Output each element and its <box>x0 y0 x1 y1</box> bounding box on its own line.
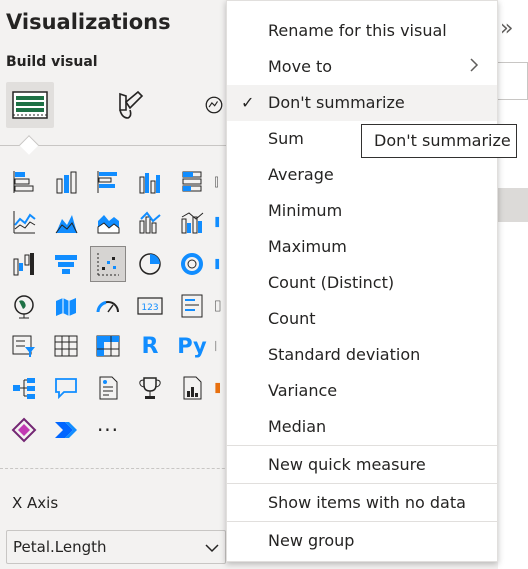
paintbrush-icon <box>119 90 144 119</box>
checkmark-icon: ✓ <box>241 93 255 112</box>
x-axis-well-label: X Axis <box>12 494 59 512</box>
selected-field-row[interactable] <box>496 188 528 222</box>
search-box-edge[interactable] <box>496 62 528 100</box>
menu-item-move-to[interactable]: Move to <box>227 49 497 85</box>
menu-item-maximum[interactable]: Maximum <box>227 229 497 265</box>
multi-row-card-icon[interactable] <box>174 288 210 324</box>
menu-item-show-items-no-data[interactable]: Show items with no data <box>227 485 497 521</box>
chevron-down-icon <box>205 544 219 553</box>
menu-item-count-distinct[interactable]: Count (Distinct) <box>227 265 497 301</box>
ribbon-chart-icon[interactable] <box>214 204 226 240</box>
stacked-area-chart-icon[interactable] <box>90 204 126 240</box>
menu-item-median[interactable]: Median <box>227 409 497 445</box>
menu-separator <box>227 521 497 522</box>
menu-item-average[interactable]: Average <box>227 157 497 193</box>
pie-chart-icon[interactable] <box>132 246 168 282</box>
python-visual-icon[interactable]: Py <box>174 328 210 364</box>
line-chart-icon[interactable] <box>6 204 42 240</box>
menu-item-rename[interactable]: Rename for this visual <box>227 13 497 49</box>
tooltip: Don't summarize <box>361 124 517 158</box>
pane-title: Visualizations <box>6 10 171 34</box>
100-percent-bar-chart-icon[interactable] <box>174 164 210 200</box>
menu-item-count[interactable]: Count <box>227 301 497 337</box>
line-and-clustered-column-chart-icon[interactable] <box>174 204 210 240</box>
x-axis-field-dropdown[interactable]: Petal.Length <box>6 530 226 564</box>
menu-item-variance[interactable]: Variance <box>227 373 497 409</box>
table-icon[interactable] <box>48 328 84 364</box>
card-icon[interactable]: 123 <box>132 288 168 324</box>
qa-visual-icon[interactable] <box>48 370 84 406</box>
menu-item-new-group[interactable]: New group <box>227 523 497 559</box>
scatter-chart-icon[interactable] <box>90 246 126 282</box>
build-visual-label: Build visual <box>6 54 98 70</box>
power-apps-icon[interactable] <box>214 370 226 406</box>
selected-tab-pointer <box>19 135 39 155</box>
magnifier-chart-icon <box>205 96 223 114</box>
clustered-column-chart-icon[interactable] <box>132 164 168 200</box>
trophy-icon[interactable] <box>132 370 168 406</box>
area-chart-icon[interactable] <box>48 204 84 240</box>
chevron-right-icon <box>470 58 479 72</box>
field-name: Petal.Length <box>13 538 107 556</box>
section-divider <box>0 468 250 469</box>
donut-chart-icon[interactable] <box>174 246 210 282</box>
100-percent-column-chart-icon[interactable] <box>214 164 226 200</box>
clustered-bar-chart-icon[interactable] <box>90 164 126 200</box>
build-visual-tab[interactable] <box>6 82 54 128</box>
field-context-menu: Rename for this visual Move to ✓ Don't s… <box>226 0 498 562</box>
paginated-report-icon[interactable] <box>174 370 210 406</box>
key-influencers-icon[interactable] <box>214 328 226 364</box>
line-and-column-chart-icon[interactable] <box>132 204 168 240</box>
gauge-icon[interactable] <box>90 288 126 324</box>
slicer-icon[interactable] <box>6 328 42 364</box>
menu-separator <box>227 445 497 446</box>
treemap-icon[interactable] <box>214 246 226 282</box>
stacked-column-chart-icon[interactable] <box>48 164 84 200</box>
format-visual-tab[interactable] <box>108 84 150 126</box>
filled-map-icon[interactable] <box>48 288 84 324</box>
map-icon[interactable] <box>6 288 42 324</box>
smart-narrative-icon[interactable] <box>90 370 126 406</box>
r-visual-icon[interactable]: R <box>132 328 168 364</box>
funnel-icon[interactable] <box>48 246 84 282</box>
menu-separator <box>227 483 497 484</box>
more-visuals-icon[interactable]: ··· <box>90 412 126 448</box>
matrix-icon[interactable] <box>90 328 126 364</box>
table-grid-icon <box>12 91 48 119</box>
menu-item-dont-summarize[interactable]: ✓ Don't summarize <box>227 85 497 121</box>
power-apps-diamond-icon[interactable] <box>6 412 42 448</box>
svg-text:123: 123 <box>141 303 158 313</box>
kpi-icon[interactable] <box>214 288 226 324</box>
waterfall-chart-icon[interactable] <box>6 246 42 282</box>
menu-item-standard-deviation[interactable]: Standard deviation <box>227 337 497 373</box>
collapse-pane-icon[interactable]: » <box>500 16 513 41</box>
decomposition-tree-icon[interactable] <box>6 370 42 406</box>
menu-item-minimum[interactable]: Minimum <box>227 193 497 229</box>
stacked-bar-chart-icon[interactable] <box>6 164 42 200</box>
analytics-tab[interactable] <box>202 84 226 126</box>
menu-item-new-quick-measure[interactable]: New quick measure <box>227 447 497 483</box>
visualizations-pane: Visualizations Build visual 123 R Py ···… <box>0 0 258 569</box>
power-automate-icon[interactable] <box>48 412 84 448</box>
